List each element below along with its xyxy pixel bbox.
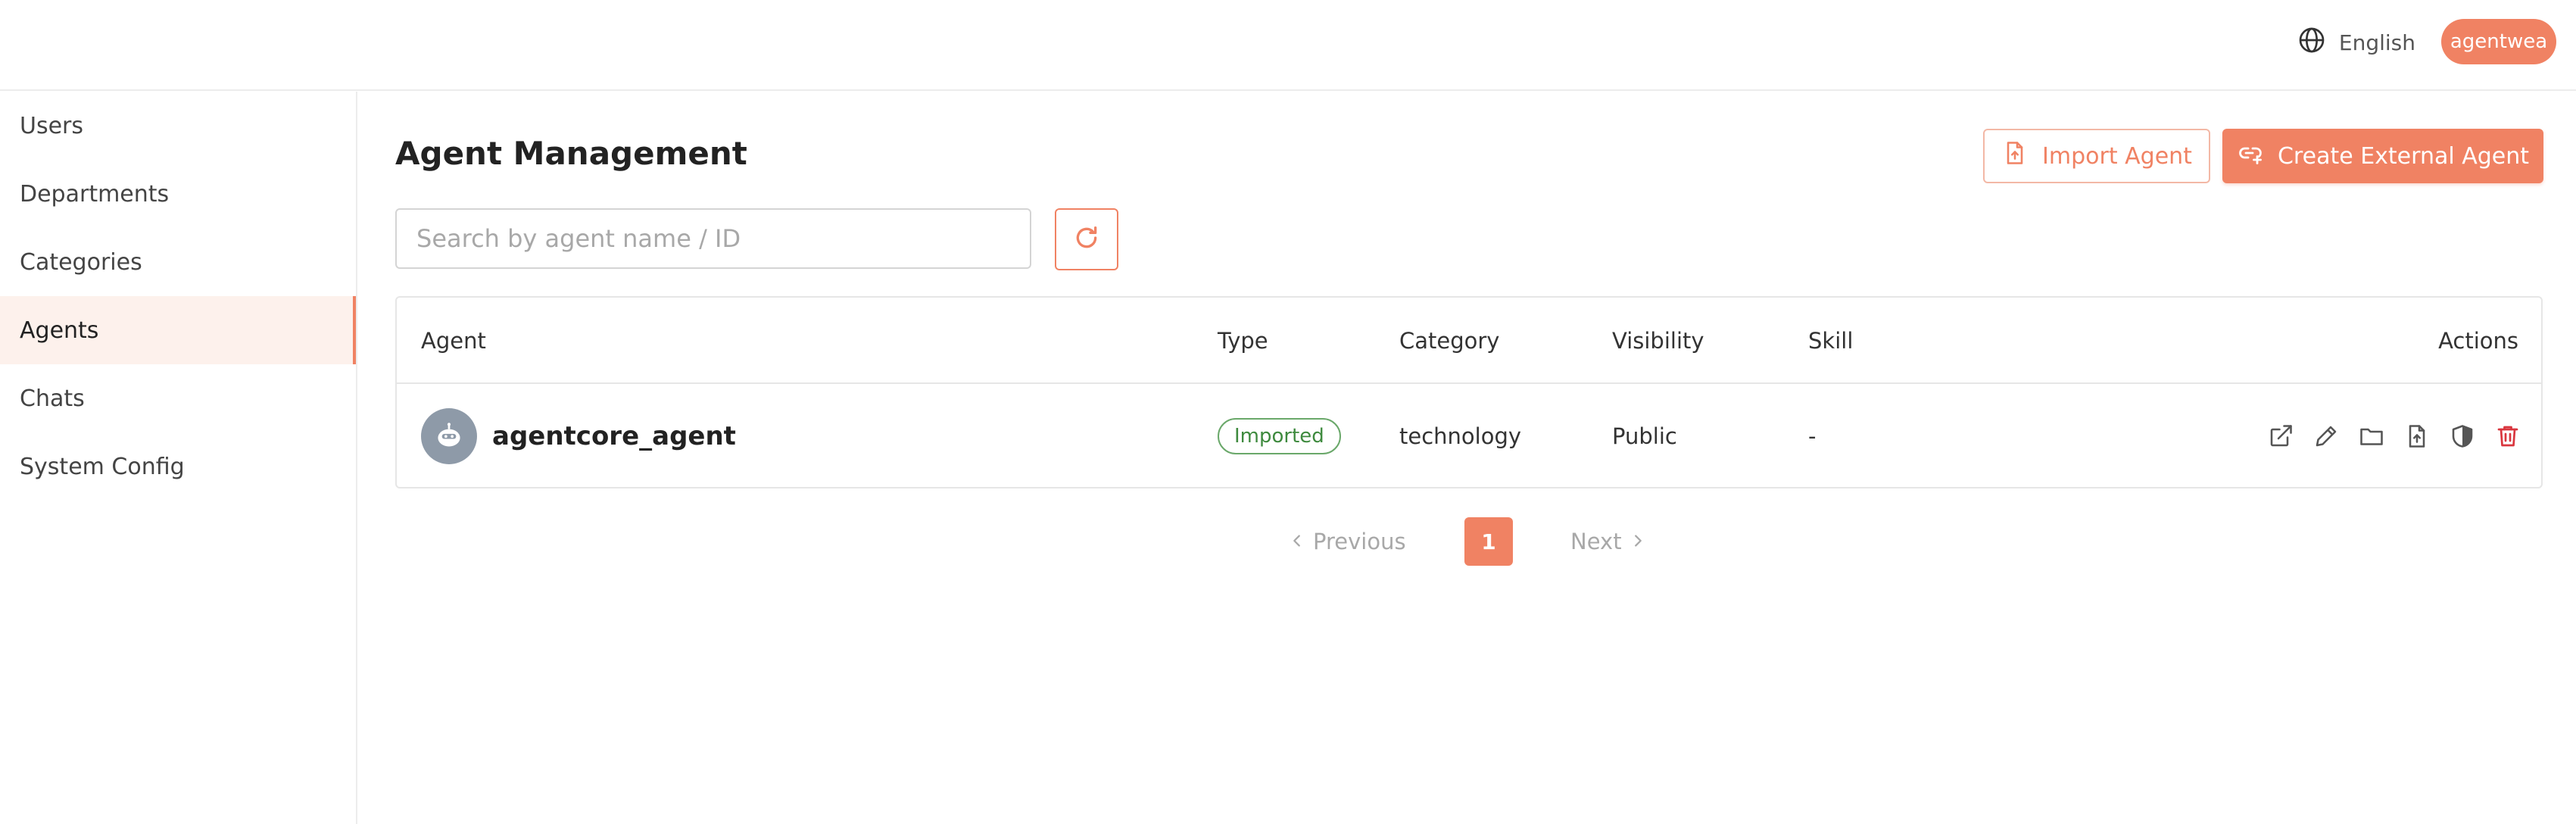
robot-icon — [438, 423, 460, 447]
agent-avatar — [421, 408, 477, 464]
column-header-category: Category — [1399, 328, 1500, 354]
pagination-next[interactable]: Next — [1570, 517, 1646, 566]
import-agent-button[interactable]: Import Agent — [1983, 129, 2210, 183]
pagination-previous-label: Previous — [1313, 529, 1406, 554]
sidebar: Users Departments Categories Agents Chat… — [0, 92, 357, 824]
file-upload-icon — [2001, 139, 2029, 173]
pagination-previous[interactable]: Previous — [1289, 517, 1406, 566]
sidebar-item-agents[interactable]: Agents — [0, 296, 356, 364]
user-menu-button[interactable]: agentwea — [2441, 19, 2556, 64]
refresh-button[interactable] — [1055, 208, 1118, 270]
visibility-cell: Public — [1612, 423, 1677, 449]
sidebar-item-system-config[interactable]: System Config — [0, 432, 356, 501]
globe-icon — [2297, 25, 2327, 61]
folder-icon[interactable] — [2358, 423, 2385, 450]
pagination-page-1[interactable]: 1 — [1464, 517, 1513, 566]
type-badge: Imported — [1218, 418, 1341, 454]
chevron-right-icon — [1629, 529, 1646, 554]
column-header-skill: Skill — [1808, 328, 1854, 354]
column-header-actions: Actions — [2438, 328, 2518, 354]
sidebar-item-label: Agents — [20, 317, 99, 344]
sidebar-item-label: Departments — [20, 180, 170, 208]
export-icon[interactable] — [2403, 423, 2431, 450]
sidebar-item-label: Users — [20, 112, 84, 139]
sidebar-item-label: System Config — [20, 453, 185, 480]
search-input[interactable] — [395, 208, 1031, 269]
agent-name[interactable]: agentcore_agent — [492, 421, 736, 451]
create-external-agent-button[interactable]: Create External Agent — [2222, 129, 2543, 183]
sidebar-item-users[interactable]: Users — [0, 92, 356, 160]
sidebar-item-chats[interactable]: Chats — [0, 364, 356, 432]
sidebar-item-categories[interactable]: Categories — [0, 228, 356, 296]
skill-cell: - — [1808, 423, 1817, 449]
language-switcher[interactable]: English — [2297, 26, 2415, 59]
category-cell: technology — [1399, 423, 1522, 449]
table-row[interactable]: agentcore_agent Imported technology Publ… — [397, 384, 2541, 487]
agents-table: Agent Type Category Visibility Skill Act… — [395, 296, 2543, 488]
open-external-icon[interactable] — [2267, 423, 2294, 450]
pagination-next-label: Next — [1570, 529, 1622, 554]
refresh-icon — [1071, 223, 1102, 256]
sidebar-item-label: Chats — [20, 385, 85, 412]
page-title: Agent Management — [395, 135, 747, 172]
column-header-type: Type — [1218, 328, 1268, 354]
link-add-icon — [2237, 139, 2264, 173]
chevron-left-icon — [1289, 529, 1305, 554]
column-header-agent: Agent — [421, 328, 486, 354]
column-header-visibility: Visibility — [1612, 328, 1704, 354]
shield-icon[interactable] — [2449, 423, 2476, 450]
sidebar-item-label: Categories — [20, 248, 142, 276]
agent-cell: agentcore_agent — [421, 384, 736, 487]
sidebar-item-departments[interactable]: Departments — [0, 160, 356, 228]
top-bar: English agentwea — [0, 0, 2576, 91]
create-external-agent-label: Create External Agent — [2277, 142, 2530, 170]
type-cell: Imported — [1218, 384, 1341, 487]
language-label: English — [2338, 30, 2415, 55]
import-agent-label: Import Agent — [2042, 142, 2192, 170]
row-actions — [2267, 384, 2521, 487]
table-header: Agent Type Category Visibility Skill Act… — [397, 298, 2541, 384]
edit-icon[interactable] — [2312, 423, 2340, 450]
delete-icon[interactable] — [2494, 423, 2521, 450]
